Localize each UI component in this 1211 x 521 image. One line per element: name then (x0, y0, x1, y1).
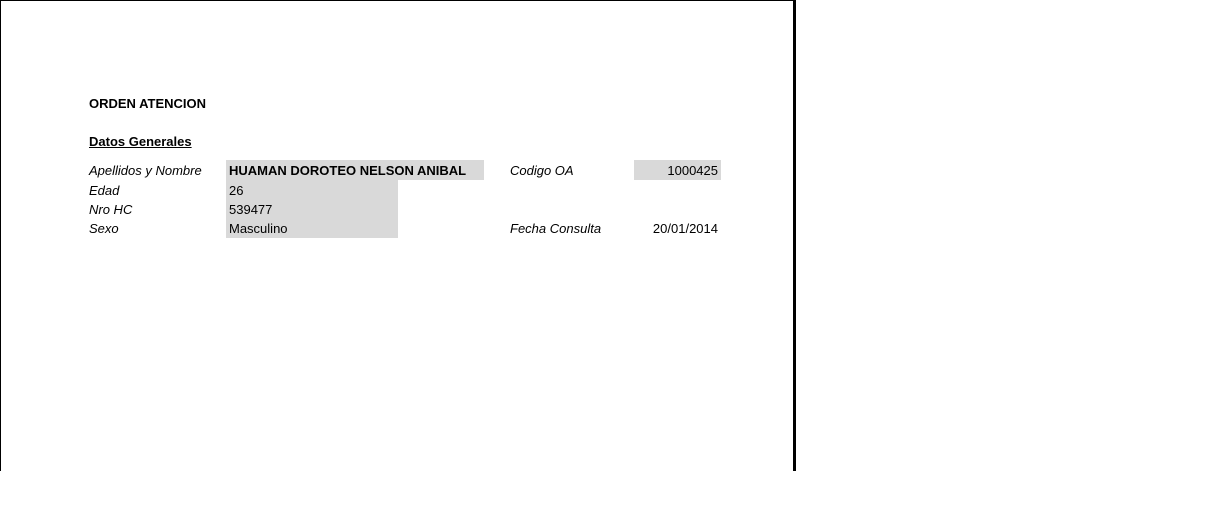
edad-value: 26 (229, 183, 244, 198)
section-title: Datos Generales (89, 134, 192, 149)
sexo-value: Masculino (229, 221, 288, 236)
nombre-label: Apellidos y Nombre (89, 163, 202, 178)
fecha-consulta-label: Fecha Consulta (510, 221, 602, 236)
nro-hc-value: 539477 (229, 202, 273, 217)
codigo-oa-value: 1000425 (667, 163, 718, 178)
nro-hc-label: Nro HC (89, 202, 133, 217)
fecha-consulta-value: 20/01/2014 (652, 221, 718, 236)
nombre-value: HUAMAN DOROTEO NELSON ANIBAL (229, 163, 467, 178)
document-page: ORDEN ATENCION Datos Generales Apellidos… (0, 0, 796, 471)
codigo-oa-label: Codigo OA (510, 163, 574, 178)
sexo-label: Sexo (89, 221, 119, 236)
document-title: ORDEN ATENCION (89, 96, 206, 111)
edad-label: Edad (89, 183, 120, 198)
